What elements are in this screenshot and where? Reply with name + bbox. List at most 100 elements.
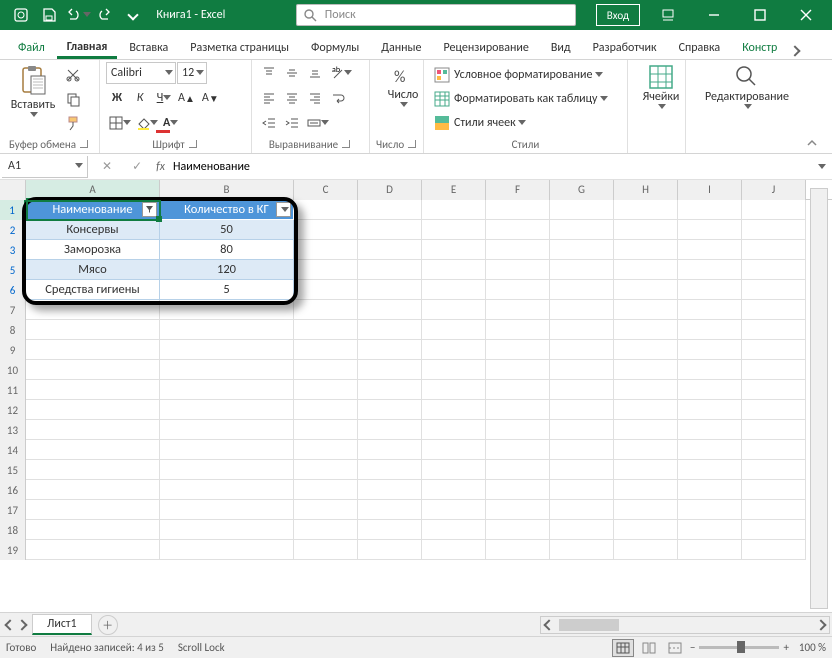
cell-F15[interactable]: [486, 460, 550, 480]
cell-G10[interactable]: [550, 360, 614, 380]
page-layout-view-icon[interactable]: [638, 639, 660, 657]
cell-G3[interactable]: [550, 240, 614, 260]
cell-H17[interactable]: [614, 500, 678, 520]
underline-button[interactable]: Ч: [152, 87, 174, 109]
cell-J13[interactable]: [742, 420, 806, 440]
cell-G1[interactable]: [550, 200, 614, 220]
cell-H13[interactable]: [614, 420, 678, 440]
italic-button[interactable]: К: [129, 87, 151, 109]
cell-A13[interactable]: [26, 420, 160, 440]
font-size-combo[interactable]: 12: [177, 62, 207, 84]
wrap-text-icon[interactable]: [327, 87, 349, 109]
cell-H18[interactable]: [614, 520, 678, 540]
cell-H8[interactable]: [614, 320, 678, 340]
row-header-7[interactable]: 7: [0, 300, 26, 320]
cell-F6[interactable]: [486, 280, 550, 300]
cell-E5[interactable]: [422, 260, 486, 280]
cell-I19[interactable]: [678, 540, 742, 560]
formula-bar[interactable]: Наименование: [173, 160, 250, 174]
cell-G11[interactable]: [550, 380, 614, 400]
cell-D10[interactable]: [358, 360, 422, 380]
cell-I6[interactable]: [678, 280, 742, 300]
cell-I10[interactable]: [678, 360, 742, 380]
cell-I14[interactable]: [678, 440, 742, 460]
align-bottom-icon[interactable]: [304, 62, 326, 84]
cell-F11[interactable]: [486, 380, 550, 400]
tabs-overflow-icon[interactable]: [790, 45, 801, 56]
cell-B13[interactable]: [160, 420, 294, 440]
cell-A11[interactable]: [26, 380, 160, 400]
cell-A10[interactable]: [26, 360, 160, 380]
cell-B7[interactable]: [160, 300, 294, 320]
cell-B15[interactable]: [160, 460, 294, 480]
cell-H6[interactable]: [614, 280, 678, 300]
cell-I2[interactable]: [678, 220, 742, 240]
cell-C12[interactable]: [294, 400, 358, 420]
cell-I12[interactable]: [678, 400, 742, 420]
cell-B12[interactable]: [160, 400, 294, 420]
cell-B3[interactable]: 80: [160, 240, 294, 260]
number-launcher-icon[interactable]: [408, 140, 417, 150]
cell-I18[interactable]: [678, 520, 742, 540]
row-header-15[interactable]: 15: [0, 460, 26, 480]
cell-E15[interactable]: [422, 460, 486, 480]
maximize-button[interactable]: [738, 0, 782, 30]
align-center-icon[interactable]: [281, 87, 303, 109]
sheet-nav-first-icon[interactable]: [4, 619, 15, 630]
number-format-button[interactable]: % Число: [376, 62, 430, 108]
borders-icon[interactable]: [106, 112, 132, 134]
cell-J14[interactable]: [742, 440, 806, 460]
bold-button[interactable]: Ж: [106, 87, 128, 109]
tab-help[interactable]: Справка: [669, 36, 731, 59]
cell-H19[interactable]: [614, 540, 678, 560]
cell-B10[interactable]: [160, 360, 294, 380]
filter-button-1[interactable]: [276, 202, 291, 217]
cell-E12[interactable]: [422, 400, 486, 420]
cell-F16[interactable]: [486, 480, 550, 500]
zoom-out-button[interactable]: −: [690, 641, 695, 654]
tab-formulas[interactable]: Формулы: [301, 36, 369, 59]
close-button[interactable]: [784, 0, 828, 30]
cell-H12[interactable]: [614, 400, 678, 420]
cell-C11[interactable]: [294, 380, 358, 400]
cell-D7[interactable]: [358, 300, 422, 320]
cell-E13[interactable]: [422, 420, 486, 440]
filter-button-0[interactable]: [142, 202, 157, 217]
cell-G19[interactable]: [550, 540, 614, 560]
cell-C5[interactable]: [294, 260, 358, 280]
cell-B17[interactable]: [160, 500, 294, 520]
signin-button[interactable]: Вход: [596, 4, 640, 26]
col-header-B[interactable]: B: [160, 180, 294, 200]
sheet-nav-last-icon[interactable]: [16, 619, 27, 630]
cell-F1[interactable]: [486, 200, 550, 220]
cell-H16[interactable]: [614, 480, 678, 500]
cell-C6[interactable]: [294, 280, 358, 300]
decrease-indent-icon[interactable]: [258, 112, 280, 134]
font-color-icon[interactable]: A: [160, 112, 193, 134]
enter-formula-icon[interactable]: ✓: [126, 159, 148, 174]
col-header-I[interactable]: I: [678, 180, 742, 200]
row-header-12[interactable]: 12: [0, 400, 26, 420]
cell-F14[interactable]: [486, 440, 550, 460]
cell-B2[interactable]: 50: [160, 220, 294, 240]
cell-A17[interactable]: [26, 500, 160, 520]
cell-G18[interactable]: [550, 520, 614, 540]
undo-icon[interactable]: [64, 2, 90, 28]
cell-H14[interactable]: [614, 440, 678, 460]
row-header-2[interactable]: 2: [0, 220, 26, 240]
cell-C1[interactable]: [294, 200, 358, 220]
cell-A12[interactable]: [26, 400, 160, 420]
cell-C14[interactable]: [294, 440, 358, 460]
cell-F2[interactable]: [486, 220, 550, 240]
horizontal-scrollbar[interactable]: [540, 616, 830, 634]
cell-C8[interactable]: [294, 320, 358, 340]
cell-B8[interactable]: [160, 320, 294, 340]
cell-J17[interactable]: [742, 500, 806, 520]
cell-G15[interactable]: [550, 460, 614, 480]
cell-E2[interactable]: [422, 220, 486, 240]
cell-D19[interactable]: [358, 540, 422, 560]
cell-E7[interactable]: [422, 300, 486, 320]
cell-H15[interactable]: [614, 460, 678, 480]
cell-styles-button[interactable]: Стили ячеек: [430, 112, 621, 134]
cell-I5[interactable]: [678, 260, 742, 280]
